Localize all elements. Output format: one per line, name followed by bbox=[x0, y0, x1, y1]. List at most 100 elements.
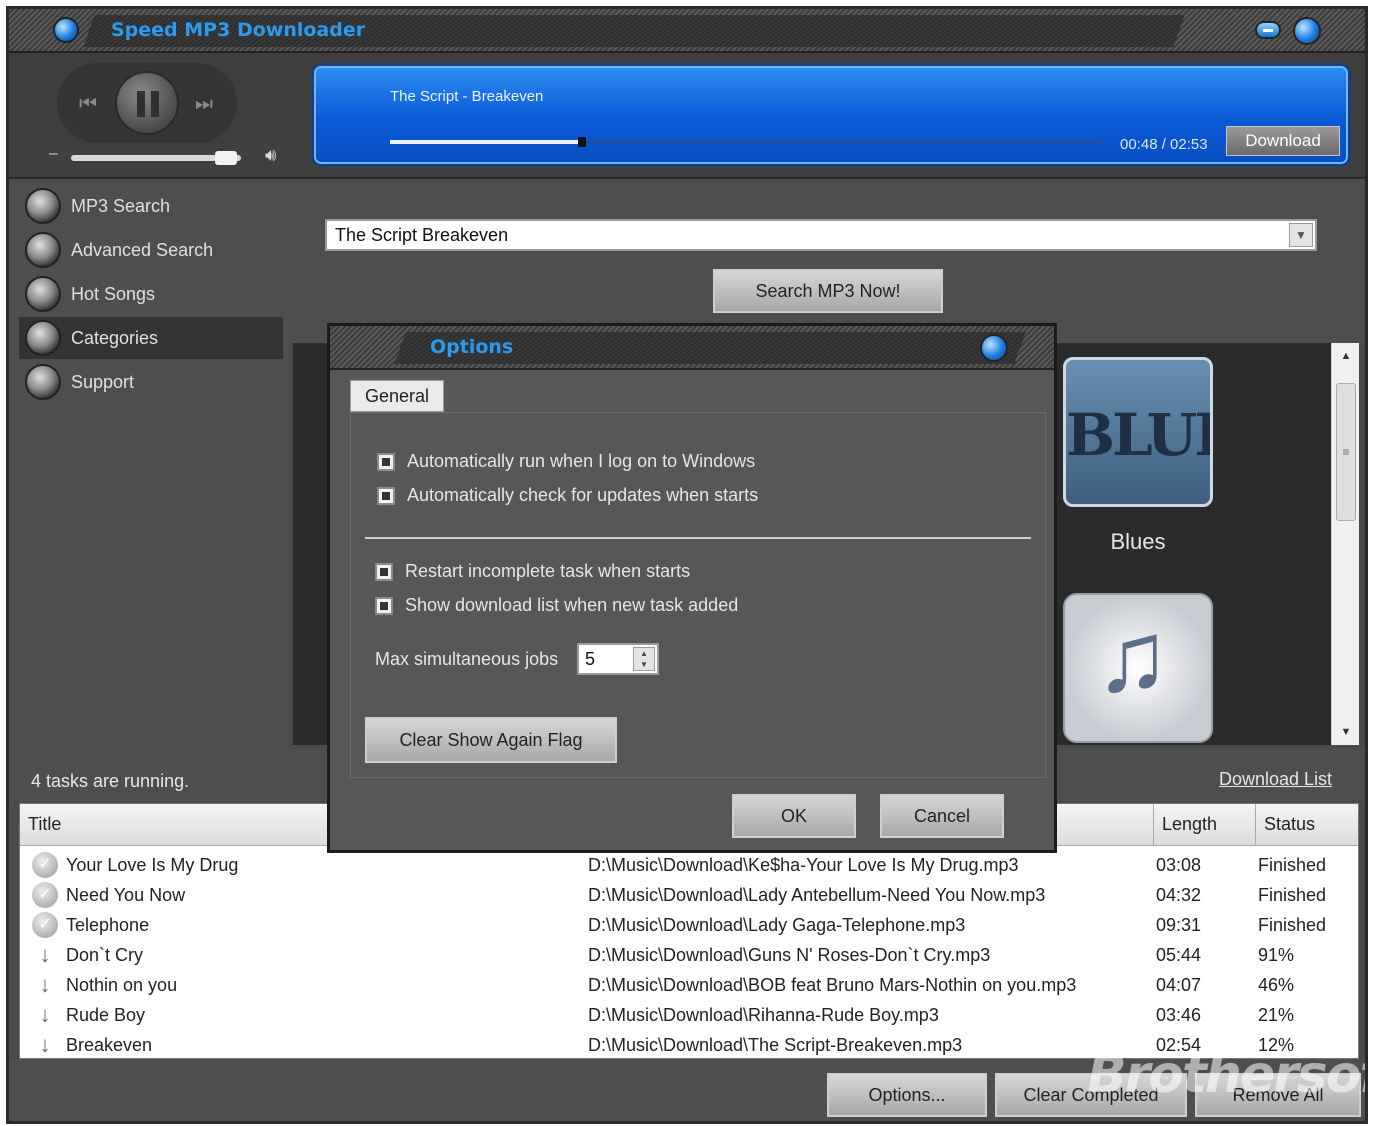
scrollbar-thumb[interactable]: ≡ bbox=[1336, 383, 1356, 521]
tasks-running-text: 4 tasks are running. bbox=[31, 771, 190, 791]
table-row[interactable]: ↓ Nothin on you D:\Music\Download\BOB fe… bbox=[20, 970, 1358, 1000]
table-row[interactable]: ↓ Rude Boy D:\Music\Download\Rihanna-Rud… bbox=[20, 1000, 1358, 1030]
divider bbox=[365, 537, 1031, 539]
search-input[interactable]: The Script Breakeven ▼ bbox=[325, 219, 1317, 251]
row-status: 91% bbox=[1258, 945, 1295, 965]
sidebar-item-hot-songs[interactable]: Hot Songs bbox=[19, 273, 283, 315]
minimize-icon[interactable] bbox=[1257, 23, 1279, 37]
sidebar: MP3 Search Advanced Search Hot Songs Cat… bbox=[9, 179, 289, 749]
remove-all-button[interactable]: Remove All bbox=[1195, 1073, 1361, 1117]
restart-incomplete-checkbox[interactable]: Restart incomplete task when starts bbox=[375, 561, 690, 582]
checkbox-box[interactable] bbox=[375, 596, 393, 615]
show-download-list-checkbox[interactable]: Show download list when new task added bbox=[375, 595, 738, 616]
scroll-up-icon[interactable]: ▲ bbox=[1332, 345, 1360, 367]
checkbox-box[interactable] bbox=[377, 452, 395, 471]
table-row[interactable]: ↓ Breakeven D:\Music\Download\The Script… bbox=[20, 1030, 1358, 1060]
sidebar-item-support[interactable]: Support bbox=[19, 361, 283, 403]
max-jobs-stepper[interactable]: 5 ▲ ▼ bbox=[577, 643, 659, 675]
dialog-title-bar[interactable]: Options bbox=[330, 326, 1054, 370]
close-icon[interactable] bbox=[1295, 19, 1319, 43]
previous-track-icon[interactable]: ⏮ bbox=[79, 93, 97, 116]
sidebar-item-label: Categories bbox=[71, 327, 159, 348]
checkbox-label: Show download list when new task added bbox=[405, 595, 739, 615]
table-row[interactable]: ↓ Don`t Cry D:\Music\Download\Guns N' Ro… bbox=[20, 940, 1358, 970]
row-title: Don`t Cry bbox=[66, 945, 144, 965]
search-button[interactable]: Search MP3 Now! bbox=[713, 269, 943, 313]
row-path: D:\Music\Download\Lady Antebellum-Need Y… bbox=[588, 885, 1046, 905]
app-logo-icon bbox=[55, 19, 77, 41]
auto-update-checkbox[interactable]: Automatically check for updates when sta… bbox=[377, 485, 758, 506]
row-length: 09:31 bbox=[1156, 915, 1202, 935]
table-row[interactable]: ✓ Need You Now D:\Music\Download\Lady An… bbox=[20, 880, 1358, 910]
cancel-button[interactable]: Cancel bbox=[880, 794, 1004, 838]
max-jobs-label: Max simultaneous jobs bbox=[375, 649, 559, 669]
volume-slider-handle[interactable] bbox=[214, 151, 237, 165]
search-query: The Script Breakeven bbox=[335, 225, 509, 245]
row-length: 05:44 bbox=[1156, 945, 1202, 965]
checkbox-box[interactable] bbox=[375, 562, 393, 581]
tab-general[interactable]: General bbox=[350, 380, 444, 412]
row-status: 21% bbox=[1258, 1005, 1295, 1025]
options-button[interactable]: Options... bbox=[827, 1073, 987, 1117]
row-title: Breakeven bbox=[66, 1035, 153, 1055]
row-status: Finished bbox=[1258, 915, 1327, 935]
row-length: 03:46 bbox=[1156, 1005, 1202, 1025]
music-note-icon: ♫ bbox=[1095, 601, 1170, 713]
table-row[interactable]: ✓ Telephone D:\Music\Download\Lady Gaga-… bbox=[20, 910, 1358, 940]
row-status: 12% bbox=[1258, 1035, 1295, 1055]
next-track-icon[interactable]: ⏭ bbox=[195, 93, 213, 116]
row-length: 04:32 bbox=[1156, 885, 1202, 905]
mp3-search-icon bbox=[25, 188, 61, 224]
clear-completed-button[interactable]: Clear Completed bbox=[995, 1073, 1187, 1117]
sidebar-item-advanced-search[interactable]: Advanced Search bbox=[19, 229, 283, 271]
category-tile-blues[interactable]: BLUES bbox=[1063, 357, 1213, 507]
ok-button[interactable]: OK bbox=[732, 794, 856, 838]
seek-progress bbox=[390, 140, 583, 144]
category-label-blues[interactable]: Blues bbox=[1063, 529, 1213, 555]
pause-button[interactable] bbox=[115, 71, 179, 135]
column-length[interactable]: Length bbox=[1154, 804, 1256, 846]
sidebar-item-mp3-search[interactable]: MP3 Search bbox=[19, 185, 283, 227]
auto-run-checkbox[interactable]: Automatically run when I log on to Windo… bbox=[377, 451, 755, 472]
row-title: Telephone bbox=[66, 915, 150, 935]
column-status[interactable]: Status bbox=[1256, 804, 1360, 846]
scroll-down-icon[interactable]: ▼ bbox=[1332, 721, 1360, 743]
seek-bar[interactable] bbox=[390, 137, 1102, 147]
stepper-down-icon[interactable]: ▼ bbox=[634, 659, 654, 670]
sidebar-item-label: Support bbox=[71, 371, 135, 392]
stepper-up-icon[interactable]: ▲ bbox=[634, 648, 654, 659]
row-path: D:\Music\Download\Lady Gaga-Telephone.mp… bbox=[588, 915, 966, 935]
row-status: 46% bbox=[1258, 975, 1295, 995]
download-arrow-icon: ↓ bbox=[39, 1032, 51, 1057]
chevron-down-icon[interactable]: ▼ bbox=[1289, 223, 1313, 247]
title-bar[interactable]: Speed MP3 Downloader bbox=[9, 9, 1365, 53]
row-length: 04:07 bbox=[1156, 975, 1202, 995]
sidebar-item-label: MP3 Search bbox=[71, 195, 171, 216]
playback-time: 00:48 / 02:53 bbox=[1120, 136, 1208, 153]
search-area: The Script Breakeven ▼ Search MP3 Now! bbox=[289, 179, 1365, 343]
download-button[interactable]: Download bbox=[1226, 126, 1340, 156]
dialog-close-icon[interactable] bbox=[982, 336, 1006, 360]
general-tab-panel: Automatically run when I log on to Windo… bbox=[350, 412, 1046, 778]
row-status: Finished bbox=[1258, 885, 1327, 905]
checkmark-icon: ✓ bbox=[32, 882, 58, 908]
speaker-icon[interactable]: 🔊︎ bbox=[265, 145, 276, 166]
table-row[interactable]: ✓ Your Love Is My Drug D:\Music\Download… bbox=[20, 850, 1358, 880]
clear-show-again-flag-button[interactable]: Clear Show Again Flag bbox=[365, 717, 617, 763]
row-length: 02:54 bbox=[1156, 1035, 1202, 1055]
row-path: D:\Music\Download\Guns N' Roses-Don`t Cr… bbox=[588, 945, 991, 965]
transport-controls: ⏮ ⏭ bbox=[57, 63, 237, 143]
categories-scrollbar[interactable]: ▲ ≡ ▼ bbox=[1331, 343, 1359, 745]
category-tile-music[interactable]: ♫ bbox=[1063, 593, 1213, 743]
row-title: Need You Now bbox=[66, 885, 186, 905]
seek-handle[interactable] bbox=[578, 137, 587, 147]
max-jobs-value: 5 bbox=[585, 649, 596, 669]
checkmark-icon: ✓ bbox=[32, 852, 58, 878]
row-title: Rude Boy bbox=[66, 1005, 146, 1025]
player-panel: ⏮ ⏭ – 🔊︎ The Script - Breakeven 00:48 / … bbox=[9, 53, 1365, 179]
support-icon bbox=[25, 364, 61, 400]
stepper-buttons[interactable]: ▲ ▼ bbox=[633, 647, 655, 671]
download-list-link[interactable]: Download List bbox=[1219, 769, 1332, 790]
checkbox-box[interactable] bbox=[377, 486, 395, 505]
sidebar-item-categories[interactable]: Categories bbox=[19, 317, 283, 359]
